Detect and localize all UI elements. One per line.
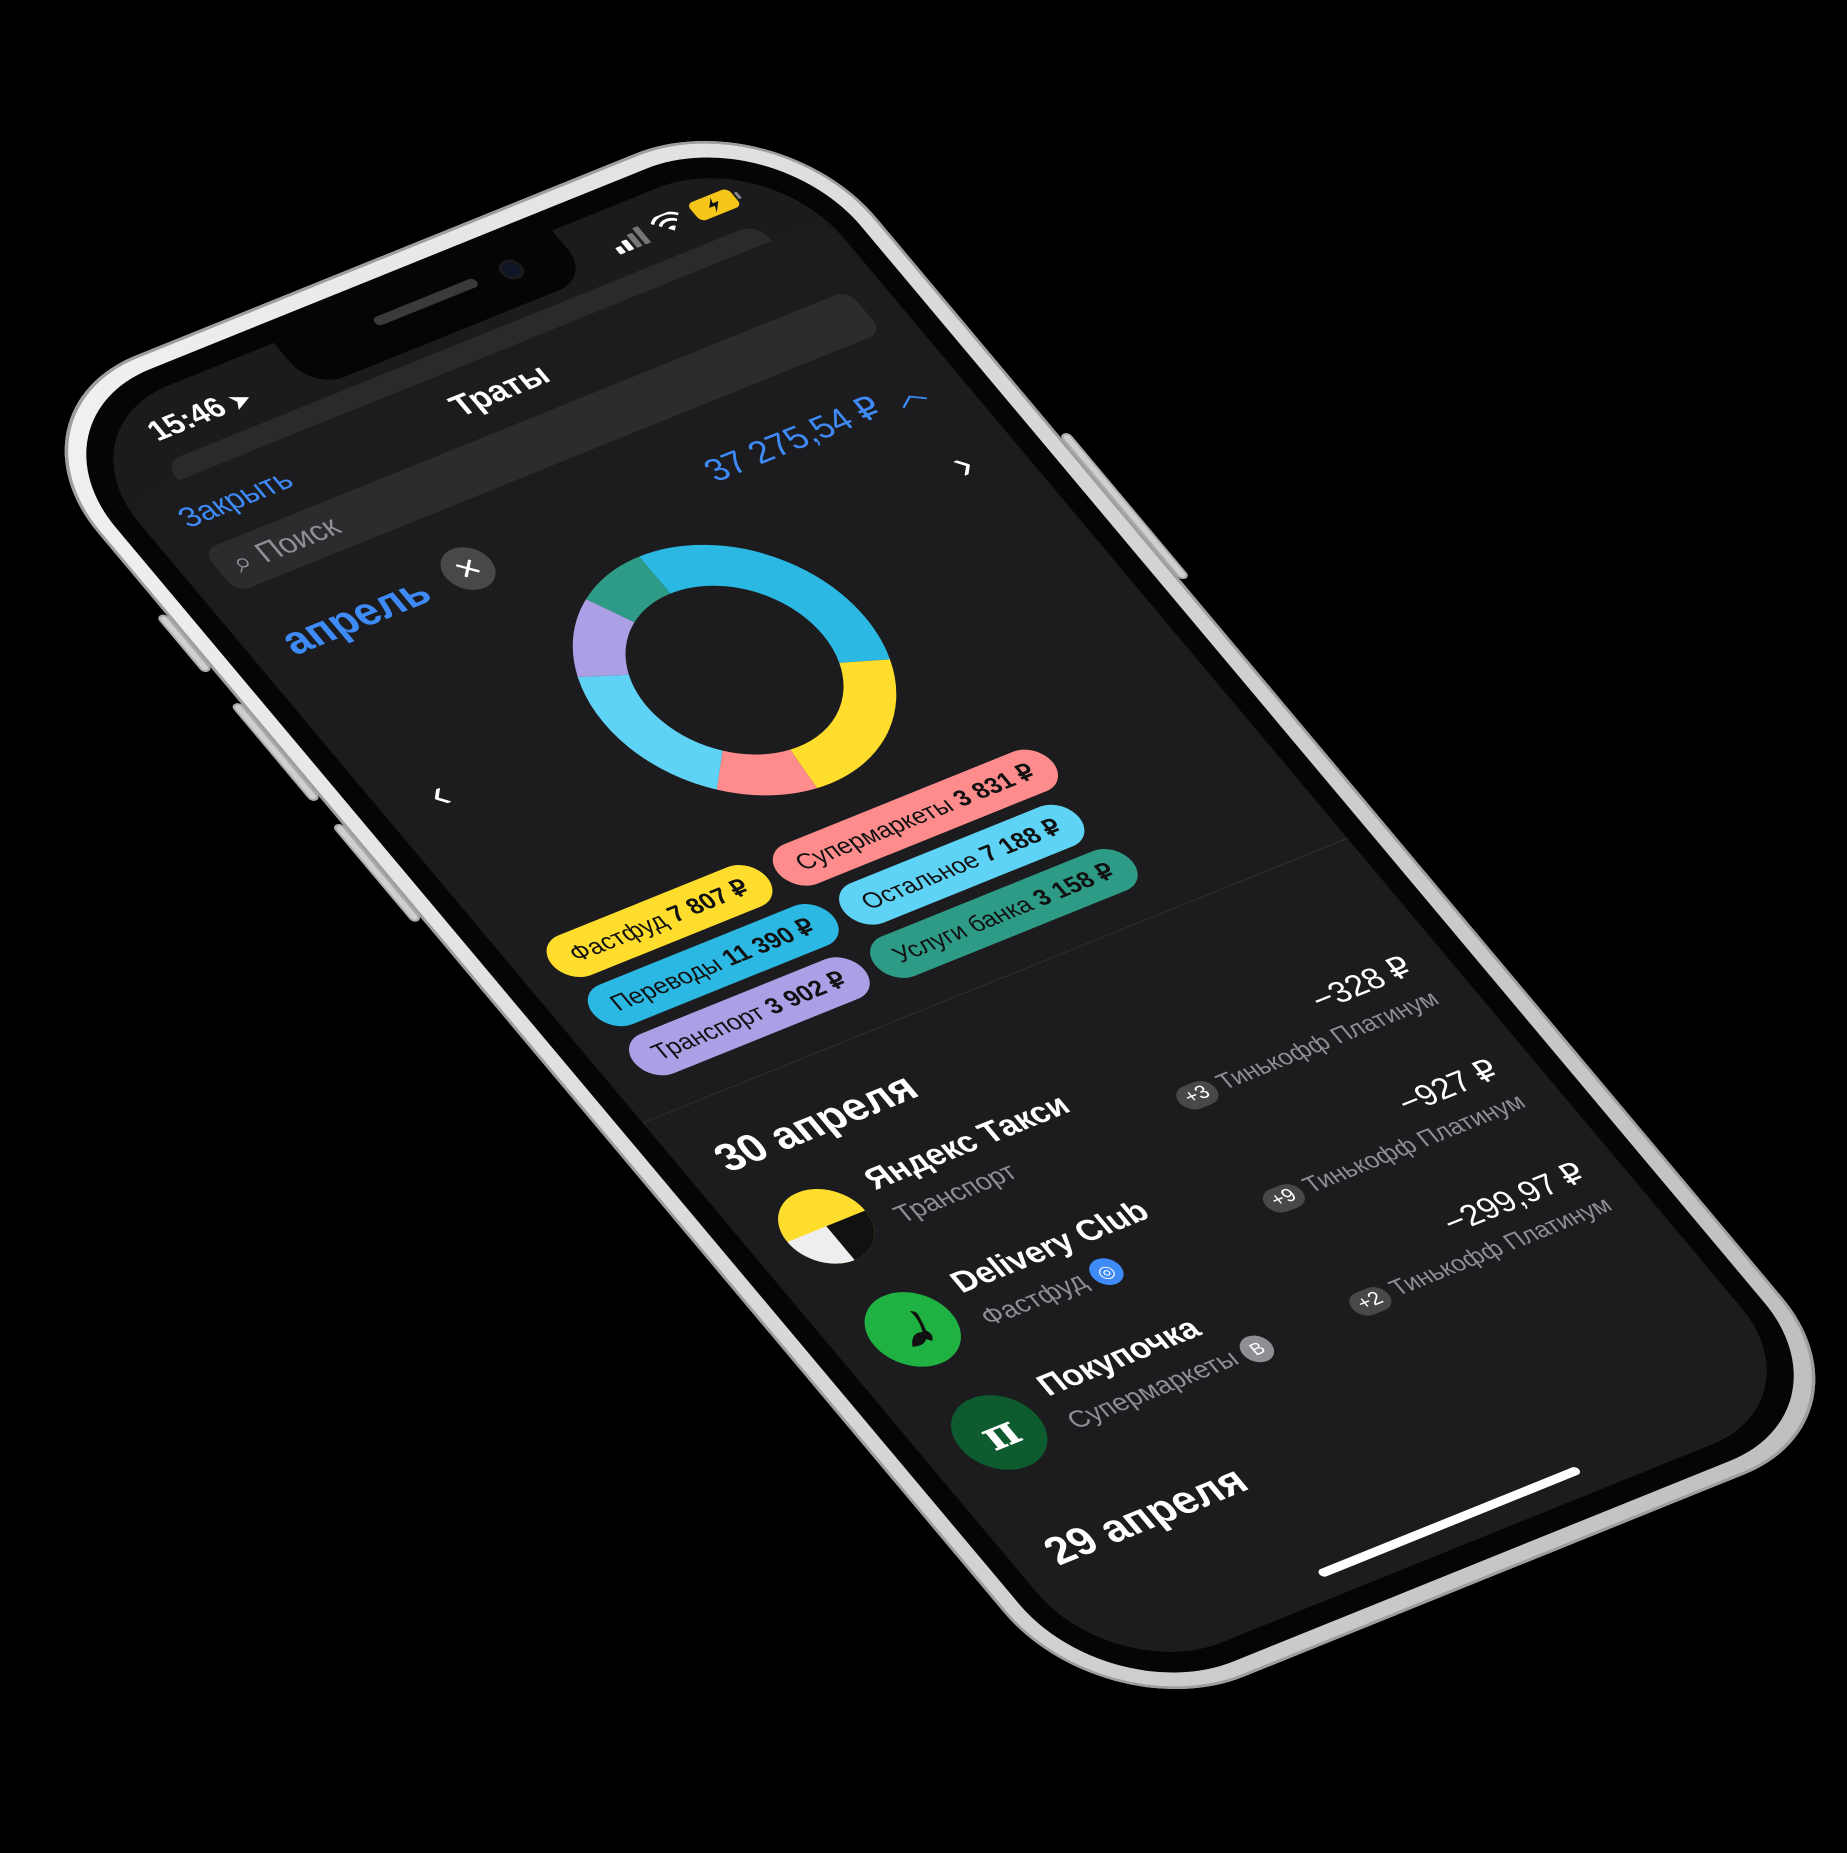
- pokupochka-logo: π: [931, 1382, 1067, 1483]
- legend-chip-amount: 3 902 ₽: [758, 967, 854, 1020]
- donut-slice-4[interactable]: [564, 599, 649, 677]
- delivery-club-logo: [845, 1279, 981, 1379]
- donut-slice-2[interactable]: [716, 744, 818, 796]
- clear-month-button[interactable]: ✕: [429, 540, 507, 597]
- wifi-icon: [650, 211, 679, 231]
- extra-operations-badge: +9: [1256, 1180, 1312, 1217]
- battery-charging-icon: [686, 187, 742, 223]
- spending-sheet: Закрыть Траты ⌕ Поиск апрель ✕ 37 275,54…: [122, 218, 1820, 1686]
- location-arrow-icon: ➤: [223, 386, 258, 414]
- donut-slice-3[interactable]: [577, 665, 724, 790]
- extra-operations-badge: +2: [1343, 1283, 1398, 1320]
- legend-chip-amount: 7 188 ₽: [973, 814, 1069, 867]
- prev-period-button[interactable]: ‹: [415, 772, 462, 818]
- yandex-taxi-logo: [758, 1176, 894, 1276]
- phone-frame: 15:46 ➤ Закрыть Траты ⌕ Поиск апрель ✕ 3…: [0, 97, 1847, 1733]
- extra-operations-badge: +3: [1170, 1077, 1225, 1114]
- next-period-button[interactable]: ›: [939, 442, 986, 488]
- legend-chip-amount: 11 390 ₽: [716, 914, 822, 972]
- bezel: 15:46 ➤ Закрыть Траты ⌕ Поиск апрель ✕ 3…: [25, 118, 1847, 1712]
- signal-icon: [607, 226, 652, 255]
- screen: 15:46 ➤ Закрыть Траты ⌕ Поиск апрель ✕ 3…: [60, 144, 1820, 1686]
- stage: 15:46 ➤ Закрыть Траты ⌕ Поиск апрель ✕ 3…: [0, 0, 1847, 1853]
- close-icon: ✕: [446, 550, 491, 587]
- legend-chip-amount: 3 831 ₽: [947, 759, 1042, 812]
- legend-chip-amount: 3 158 ₽: [1027, 858, 1122, 912]
- partner-badge-icon: В: [1233, 1331, 1282, 1367]
- chevron-up-icon: ︿: [884, 376, 932, 413]
- donut-slice-5[interactable]: [586, 556, 672, 623]
- legend-chip-amount: 7 807 ₽: [661, 874, 756, 928]
- donut-slice-0[interactable]: [639, 531, 890, 703]
- legend-chip-category: Фастфуд: [563, 905, 680, 968]
